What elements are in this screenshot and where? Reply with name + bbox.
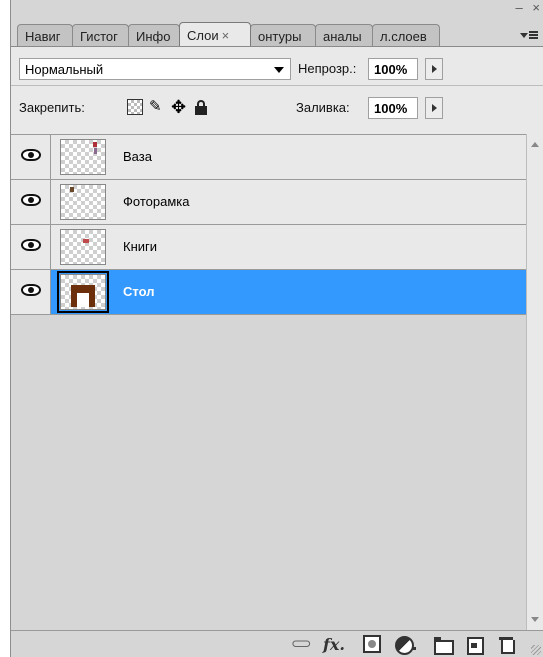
layers-scrollbar[interactable] <box>526 134 543 630</box>
lock-icons: ✎ ✥ <box>127 98 209 116</box>
layer-row[interactable]: Книги <box>11 225 526 270</box>
layer-thumbnail <box>60 229 106 265</box>
layer-thumbnail <box>60 139 106 175</box>
layer-name[interactable]: Фоторамка <box>123 194 189 209</box>
tab-layers[interactable]: Слои × <box>179 22 251 46</box>
layer-row[interactable]: Ваза <box>11 135 526 180</box>
table-thumbnail-shape <box>71 285 95 307</box>
new-layer-icon[interactable] <box>465 635 484 655</box>
fx-icon[interactable]: fx. <box>323 635 349 654</box>
scroll-down-icon[interactable] <box>531 617 539 622</box>
tab-channels[interactable]: аналы <box>315 24 373 46</box>
layer-thumbnail <box>60 184 106 220</box>
opacity-label: Непрозр.: <box>298 61 357 76</box>
layer-row[interactable]: Фоторамка <box>11 180 526 225</box>
layers-toolbar: ⊂⊃ fx. <box>11 630 543 657</box>
visibility-toggle[interactable] <box>11 180 51 224</box>
blend-row: Нормальный Непрозр.: 100% <box>11 47 543 85</box>
trash-icon[interactable] <box>497 635 515 654</box>
lock-all-icon[interactable] <box>193 99 209 115</box>
lock-row: Закрепить: ✎ ✥ Заливка: 100% <box>11 86 543 134</box>
layers-panel: – × Навиг Гистог Инфо Слои × онтуры аналы… <box>10 0 543 657</box>
fill-label: Заливка: <box>296 100 350 115</box>
visibility-toggle[interactable] <box>11 270 51 314</box>
layer-name[interactable]: Ваза <box>123 149 152 164</box>
eye-icon <box>21 284 41 296</box>
layers-list: Ваза Фоторамка Книги Стол <box>11 134 526 630</box>
layer-row-selected[interactable]: Стол <box>11 270 526 315</box>
mask-icon[interactable] <box>363 635 381 653</box>
close-icon[interactable]: × <box>532 1 540 14</box>
visibility-toggle[interactable] <box>11 135 51 179</box>
link-icon[interactable]: ⊂⊃ <box>291 635 311 653</box>
scroll-up-icon[interactable] <box>531 142 539 147</box>
tab-paths[interactable]: онтуры <box>250 24 316 46</box>
tab-layer-comps[interactable]: л.слоев <box>372 24 440 46</box>
fill-slider-button[interactable] <box>425 97 443 119</box>
panel-menu-icon[interactable] <box>517 28 541 42</box>
layer-thumbnail <box>57 271 109 313</box>
tab-info[interactable]: Инфо <box>128 24 180 46</box>
visibility-toggle[interactable] <box>11 225 51 269</box>
opacity-slider-button[interactable] <box>425 58 443 80</box>
fill-input[interactable]: 100% <box>368 97 418 119</box>
layer-name[interactable]: Книги <box>123 239 157 254</box>
eye-icon <box>21 149 41 161</box>
lock-position-move-icon[interactable]: ✥ <box>171 98 187 116</box>
minimize-icon[interactable]: – <box>516 1 523 14</box>
tab-close-icon[interactable]: × <box>222 28 230 43</box>
chevron-down-icon <box>274 67 284 73</box>
lock-label: Закрепить: <box>19 100 85 115</box>
adjustment-icon[interactable] <box>395 635 419 655</box>
lock-transparency-icon[interactable] <box>127 99 143 115</box>
layer-name[interactable]: Стол <box>123 284 154 299</box>
eye-icon <box>21 239 41 251</box>
resize-grip-icon[interactable] <box>531 645 541 655</box>
tab-histogram[interactable]: Гистог <box>72 24 129 46</box>
window-controls: – × <box>510 1 540 14</box>
blend-mode-select[interactable]: Нормальный <box>19 58 291 80</box>
folder-icon[interactable] <box>433 635 454 655</box>
panel-tabs: Навиг Гистог Инфо Слои × онтуры аналы л.с… <box>17 22 440 46</box>
lock-pixels-brush-icon[interactable]: ✎ <box>149 99 165 115</box>
opacity-input[interactable]: 100% <box>368 58 418 80</box>
tab-navigator[interactable]: Навиг <box>17 24 73 46</box>
eye-icon <box>21 194 41 206</box>
